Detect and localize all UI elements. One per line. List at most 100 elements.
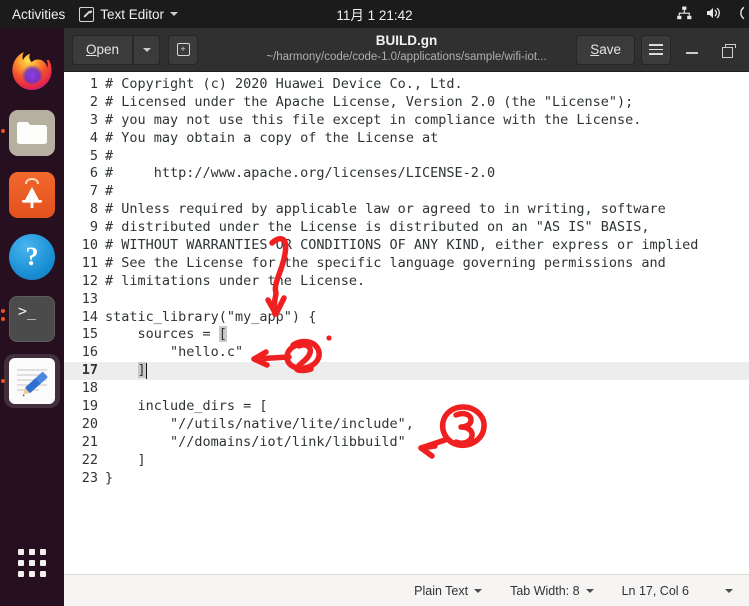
- line-number: 6: [89, 165, 98, 182]
- dock-item-terminal[interactable]: >_: [0, 288, 64, 350]
- line-number: 8: [89, 201, 98, 218]
- language-label: Plain Text: [414, 583, 469, 598]
- open-button-group[interactable]: Open: [72, 34, 161, 65]
- dock-item-help[interactable]: ?: [0, 226, 64, 288]
- dock-item-firefox[interactable]: [0, 40, 64, 102]
- gnome-top-bar: Activities Text Editor 11月 1 21:42: [0, 0, 749, 28]
- line-number: 15: [81, 326, 98, 343]
- code-line[interactable]: include_dirs = [: [102, 398, 749, 416]
- matching-bracket: [: [218, 326, 227, 343]
- grid-icon: [18, 549, 46, 577]
- code-line[interactable]: ]: [102, 362, 749, 381]
- code-line[interactable]: # http://www.apache.org/licenses/LICENSE…: [102, 165, 749, 183]
- save-button[interactable]: SSave: [576, 34, 635, 65]
- line-number: 7: [89, 183, 98, 200]
- line-number: 21: [81, 433, 98, 450]
- power-icon: [735, 5, 745, 24]
- line-number: 20: [81, 415, 98, 432]
- line-number: 1: [89, 76, 98, 92]
- firefox-icon: [9, 48, 55, 94]
- line-number: 13: [81, 290, 98, 307]
- dock-item-text-editor[interactable]: [0, 350, 64, 412]
- show-applications-button[interactable]: [0, 536, 64, 590]
- chevron-down-icon: [585, 588, 594, 593]
- code-line[interactable]: # WITHOUT WARRANTIES OR CONDITIONS OF AN…: [102, 237, 749, 255]
- line-number: 10: [81, 237, 98, 254]
- cursor-position[interactable]: Ln 17, Col 6: [608, 575, 703, 606]
- code-line[interactable]: [102, 291, 749, 309]
- text-editor-window: Open + BUILD.gn ~/harmony/code/code-1.0/…: [64, 28, 749, 606]
- text-editor-icon: [79, 6, 95, 22]
- volume-icon: [705, 5, 722, 24]
- open-button[interactable]: Open: [72, 34, 134, 65]
- running-indicator: [1, 129, 5, 133]
- code-line[interactable]: # Copyright (c) 2020 Huawei Device Co., …: [102, 76, 749, 94]
- vertical-scrollbar[interactable]: [738, 72, 749, 574]
- new-document-button[interactable]: +: [168, 34, 199, 65]
- code-line[interactable]: # Unless required by applicable law or a…: [102, 201, 749, 219]
- header-bar: Open + BUILD.gn ~/harmony/code/code-1.0/…: [64, 28, 749, 72]
- running-indicator: [1, 309, 5, 313]
- line-number: 11: [81, 254, 98, 271]
- maximize-button[interactable]: [713, 35, 743, 65]
- code-line[interactable]: "//utils/native/lite/include",: [102, 416, 749, 434]
- save-label-pre: S: [590, 42, 600, 57]
- minimize-icon: [686, 52, 698, 54]
- line-number: 17: [64, 362, 102, 381]
- line-number: 4: [89, 129, 98, 146]
- code-line[interactable]: "//domains/iot/link/libbuild": [102, 434, 749, 452]
- text-editor-app-icon: [9, 358, 55, 404]
- ubuntu-software-icon: [9, 172, 55, 218]
- line-number-gutter: 1 2 3 4 5 6 7 8 9 10 11 12 13 14 15 16 17 18 19 20 21 22 23: [64, 72, 102, 574]
- maximize-icon: [722, 43, 736, 58]
- app-menu-button[interactable]: Text Editor: [79, 6, 179, 22]
- code-line[interactable]: # limitations under the License.: [102, 273, 749, 291]
- line-number: 14: [81, 308, 98, 325]
- line-number: 23: [81, 469, 98, 486]
- chevron-down-icon: [725, 588, 733, 593]
- open-mnemonic: O: [86, 42, 97, 57]
- matching-bracket: ]: [137, 362, 146, 379]
- activities-button[interactable]: Activities: [0, 7, 79, 22]
- code-line[interactable]: "hello.c": [102, 344, 749, 362]
- open-dropdown-button[interactable]: [133, 34, 161, 65]
- dock-item-files[interactable]: [0, 102, 64, 164]
- status-bar: Plain Text Tab Width: 8 Ln 17, Col 6: [64, 574, 749, 606]
- language-selector[interactable]: Plain Text: [400, 575, 496, 606]
- text-caret: [145, 363, 148, 380]
- running-indicator: [1, 379, 5, 383]
- system-status-area[interactable]: [676, 5, 749, 24]
- code-line[interactable]: # Licensed under the Apache License, Ver…: [102, 94, 749, 112]
- new-tab-icon: +: [176, 43, 190, 56]
- code-line[interactable]: #: [102, 148, 749, 166]
- chevron-down-icon: [474, 588, 483, 593]
- code-line[interactable]: # You may obtain a copy of the License a…: [102, 130, 749, 148]
- chevron-down-icon: [170, 12, 179, 16]
- code-line[interactable]: #: [102, 183, 749, 201]
- code-line[interactable]: # you may not use this file except in co…: [102, 112, 749, 130]
- code-area[interactable]: 1 2 3 4 5 6 7 8 9 10 11 12 13 14 15 16 17 18 19 20 21 22 23 # …: [64, 72, 749, 574]
- code-line[interactable]: ]: [102, 452, 749, 470]
- cursor-position-label: Ln 17, Col 6: [621, 583, 689, 598]
- line-number: 12: [81, 272, 98, 289]
- code-line[interactable]: [102, 380, 749, 398]
- minimize-button[interactable]: [677, 35, 707, 65]
- code-line[interactable]: sources = [: [102, 326, 749, 344]
- terminal-icon: >_: [9, 296, 55, 342]
- dock-item-ubuntu-software[interactable]: [0, 164, 64, 226]
- line-number: 19: [81, 398, 98, 415]
- app-menu-label: Text Editor: [100, 6, 165, 22]
- code-line[interactable]: # See the License for the specific langu…: [102, 255, 749, 273]
- status-overflow-menu[interactable]: [703, 575, 743, 606]
- open-button-label-rest: pen: [96, 42, 120, 57]
- tab-width-selector[interactable]: Tab Width: 8: [496, 575, 607, 606]
- code-line[interactable]: # distributed under the License is distr…: [102, 219, 749, 237]
- code-line[interactable]: static_library("my_app") {: [102, 309, 749, 327]
- line-number: 22: [81, 451, 98, 468]
- code-text[interactable]: # Copyright (c) 2020 Huawei Device Co., …: [102, 72, 749, 574]
- code-line[interactable]: }: [102, 470, 749, 488]
- main-menu-button[interactable]: [641, 34, 671, 65]
- chevron-down-icon: [142, 47, 151, 52]
- line-number: 9: [89, 219, 98, 236]
- help-icon: ?: [9, 234, 55, 280]
